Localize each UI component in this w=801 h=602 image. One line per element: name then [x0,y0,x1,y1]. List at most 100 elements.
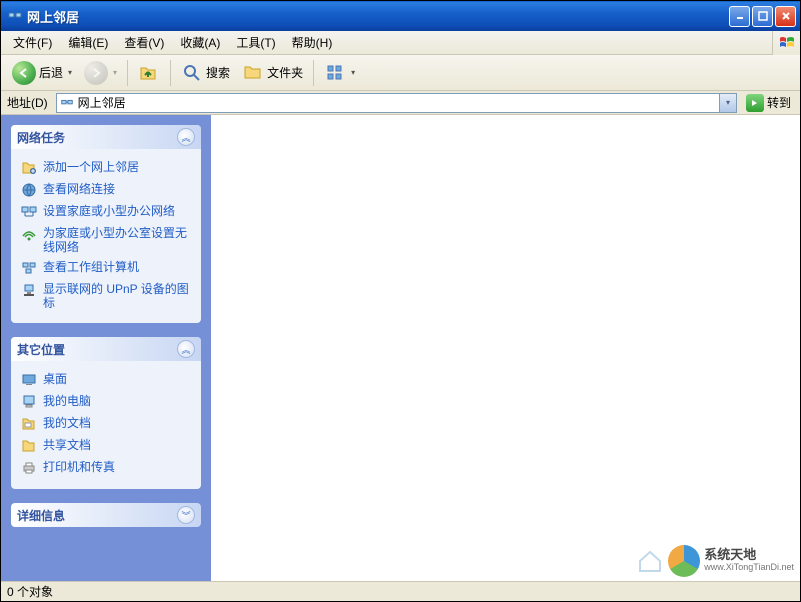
watermark-text: 系统天地 www.XiTongTianDi.net [704,549,794,573]
separator [170,60,171,86]
task-label: 我的文档 [43,416,91,430]
folder-up-icon [138,62,160,84]
search-label: 搜索 [206,64,230,81]
menu-help[interactable]: 帮助(H) [284,31,341,54]
watermark-house-icon [636,547,664,575]
window-title: 网上邻居 [27,7,729,26]
separator [313,60,314,86]
back-arrow-icon [12,61,36,85]
workgroup-icon [21,260,37,276]
address-input[interactable]: 网上邻居 ▾ [56,93,737,113]
address-label: 地址(D) [7,94,48,111]
place-my-documents[interactable]: 我的文档 [21,413,191,435]
folders-icon [242,62,264,84]
panel-title: 其它位置 [17,341,177,358]
chevron-down-icon: ▾ [113,68,117,77]
forward-button[interactable]: ▾ [79,58,122,88]
maximize-button[interactable] [752,6,773,27]
panel-body: 添加一个网上邻居 查看网络连接 设置家庭或小型办公网络 为家庭或小型办公室设置无… [11,149,201,323]
panel-details: 详细信息 ︾ [11,503,201,527]
my-computer-icon [21,394,37,410]
content-area: 网络任务 ︽ 添加一个网上邻居 查看网络连接 设置家庭或小型办公网络 [1,115,800,581]
upnp-icon [21,282,37,298]
go-arrow-icon [746,94,764,112]
views-icon [324,62,346,84]
go-label: 转到 [767,94,791,111]
search-button[interactable]: 搜索 [176,58,235,88]
chevron-down-icon: ▾ [68,68,72,77]
task-pane: 网络任务 ︽ 添加一个网上邻居 查看网络连接 设置家庭或小型办公网络 [1,115,211,581]
my-documents-icon [21,416,37,432]
task-label: 打印机和传真 [43,460,115,474]
network-connections-icon [21,182,37,198]
go-button[interactable]: 转到 [741,93,796,113]
task-label: 查看工作组计算机 [43,260,139,274]
expand-icon: ︾ [177,506,195,524]
watermark-en: www.XiTongTianDi.net [704,561,794,573]
shared-documents-icon [21,438,37,454]
separator [127,60,128,86]
task-add-network-place[interactable]: 添加一个网上邻居 [21,157,191,179]
watermark-cn: 系统天地 [704,549,794,561]
address-bar: 地址(D) 网上邻居 ▾ 转到 [1,91,800,115]
search-icon [181,62,203,84]
status-bar: 0 个对象 [1,581,800,601]
menu-file[interactable]: 文件(F) [5,31,60,54]
menu-view[interactable]: 查看(V) [116,31,172,54]
folders-label: 文件夹 [267,64,303,81]
panel-header-details[interactable]: 详细信息 ︾ [11,503,201,527]
views-button[interactable]: ▾ [319,58,360,88]
task-setup-wireless[interactable]: 为家庭或小型办公室设置无线网络 [21,223,191,257]
back-label: 后退 [39,64,63,81]
title-bar: 网上邻居 [1,1,800,31]
task-label: 我的电脑 [43,394,91,408]
task-label: 为家庭或小型办公室设置无线网络 [43,226,191,254]
place-my-computer[interactable]: 我的电脑 [21,391,191,413]
address-dropdown-button[interactable]: ▾ [719,94,736,112]
address-value: 网上邻居 [78,94,719,111]
collapse-icon: ︽ [177,340,195,358]
panel-header-network[interactable]: 网络任务 ︽ [11,125,201,149]
minimize-button[interactable] [729,6,750,27]
panel-header-other[interactable]: 其它位置 ︽ [11,337,201,361]
menu-favorites[interactable]: 收藏(A) [172,31,228,54]
task-label: 设置家庭或小型办公网络 [43,204,175,218]
task-show-upnp[interactable]: 显示联网的 UPnP 设备的图标 [21,279,191,313]
task-label: 添加一个网上邻居 [43,160,139,174]
menu-tools[interactable]: 工具(T) [228,31,283,54]
forward-arrow-icon [84,61,108,85]
back-button[interactable]: 后退 ▾ [7,58,77,88]
toolbar: 后退 ▾ ▾ 搜索 文件夹 ▾ [1,55,800,91]
setup-network-icon [21,204,37,220]
task-label: 显示联网的 UPnP 设备的图标 [43,282,191,310]
menu-edit[interactable]: 编辑(E) [60,31,116,54]
task-view-workgroup[interactable]: 查看工作组计算机 [21,257,191,279]
watermark: 系统天地 www.XiTongTianDi.net [636,545,794,577]
panel-body: 桌面 我的电脑 我的文档 共享文档 打印机和传真 [11,361,201,489]
task-label: 桌面 [43,372,67,386]
watermark-globe-icon [668,545,700,577]
main-content[interactable] [211,115,800,581]
app-icon [7,8,23,24]
task-label: 查看网络连接 [43,182,115,196]
desktop-icon [21,372,37,388]
folders-button[interactable]: 文件夹 [237,58,308,88]
status-text: 0 个对象 [7,583,53,600]
close-button[interactable] [775,6,796,27]
task-view-connections[interactable]: 查看网络连接 [21,179,191,201]
place-shared-documents[interactable]: 共享文档 [21,435,191,457]
menu-bar: 文件(F) 编辑(E) 查看(V) 收藏(A) 工具(T) 帮助(H) [1,31,800,55]
add-network-place-icon [21,160,37,176]
wireless-icon [21,226,37,242]
panel-other-places: 其它位置 ︽ 桌面 我的电脑 我的文档 共享文档 [11,337,201,489]
window-controls [729,6,796,27]
up-button[interactable] [133,58,165,88]
panel-title: 网络任务 [17,129,177,146]
panel-title: 详细信息 [17,507,177,524]
collapse-icon: ︽ [177,128,195,146]
panel-network-tasks: 网络任务 ︽ 添加一个网上邻居 查看网络连接 设置家庭或小型办公网络 [11,125,201,323]
task-label: 共享文档 [43,438,91,452]
place-desktop[interactable]: 桌面 [21,369,191,391]
task-setup-network[interactable]: 设置家庭或小型办公网络 [21,201,191,223]
place-printers-faxes[interactable]: 打印机和传真 [21,457,191,479]
